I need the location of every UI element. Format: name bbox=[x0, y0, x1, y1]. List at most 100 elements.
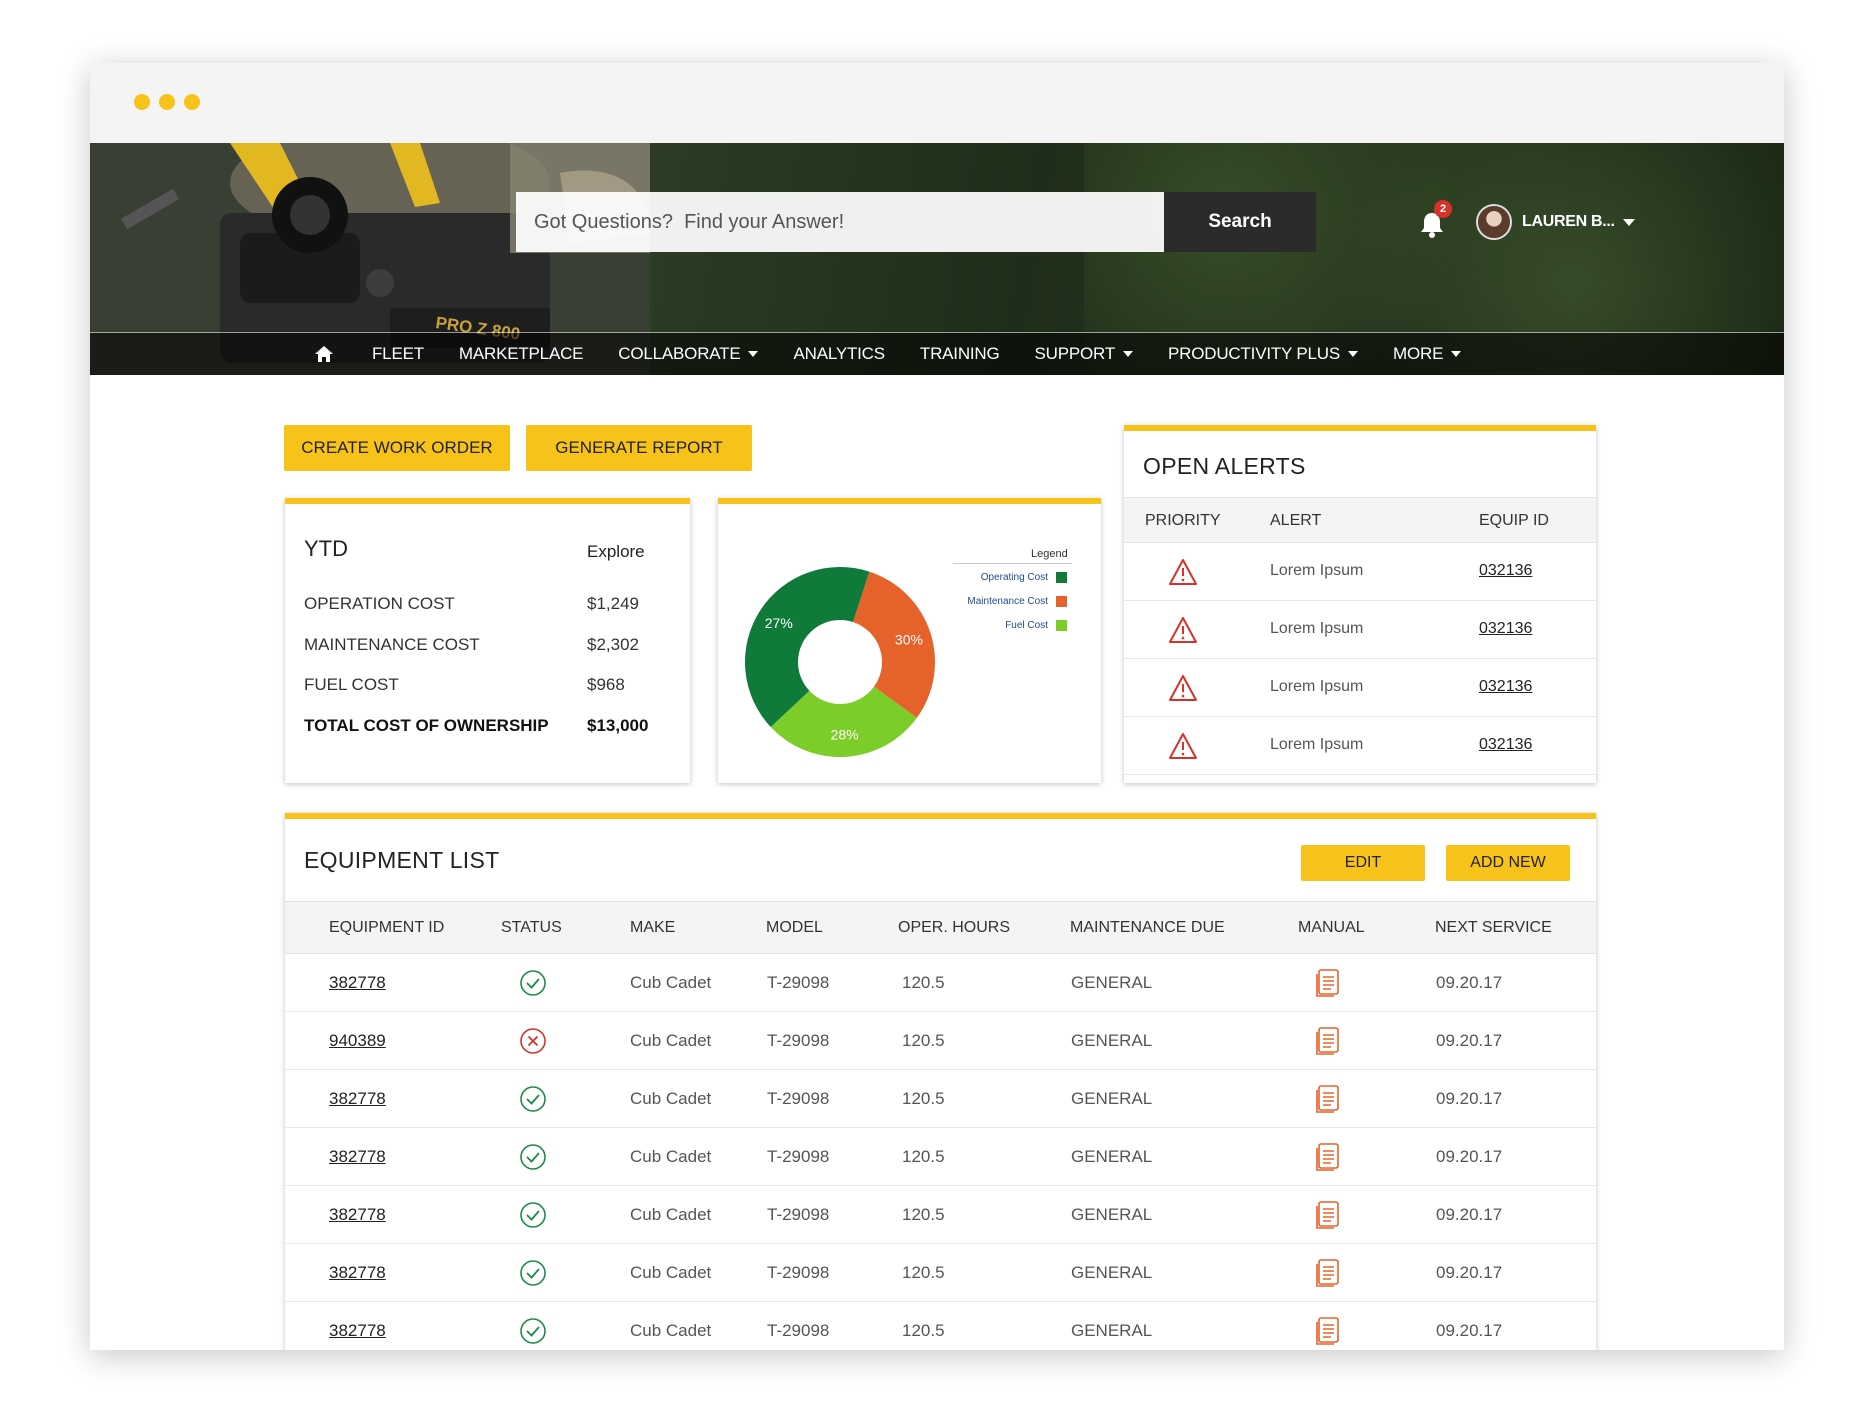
equipment-id-link[interactable]: 382778 bbox=[329, 1321, 386, 1341]
equipment-id-link[interactable]: 382778 bbox=[329, 1089, 386, 1109]
chevron-down-icon[interactable] bbox=[1622, 218, 1635, 226]
manual-document-icon[interactable] bbox=[1314, 1200, 1342, 1230]
manual-document-icon[interactable] bbox=[1314, 1026, 1342, 1056]
add-new-button[interactable]: ADD NEW bbox=[1446, 845, 1570, 881]
ytd-title: YTD bbox=[304, 536, 348, 561]
nav-item-analytics[interactable]: ANALYTICS bbox=[793, 344, 885, 364]
maintenance-due-cell: GENERAL bbox=[1071, 1321, 1153, 1340]
table-row[interactable]: 382778 Cub Cadet T-29098 120.5 GENERAL 09.20.… bbox=[285, 1070, 1596, 1128]
open-alerts-card: OPEN ALERTS PRIORITY ALERT EQUIP ID Lore… bbox=[1124, 425, 1596, 783]
nav-item-label[interactable]: SUPPORT bbox=[1035, 344, 1116, 364]
column-header-model[interactable]: MODEL bbox=[766, 919, 823, 937]
maintenance-due-cell: GENERAL bbox=[1071, 1263, 1153, 1282]
notification-badge: 2 bbox=[1434, 200, 1452, 218]
next-service-cell: 09.20.17 bbox=[1436, 1205, 1503, 1224]
window-dot[interactable] bbox=[184, 94, 200, 110]
chevron-down-icon[interactable] bbox=[748, 351, 759, 357]
user-name[interactable]: LAUREN B... bbox=[1522, 213, 1615, 231]
table-row[interactable]: 382778 Cub Cadet T-29098 120.5 GENERAL 09.20.… bbox=[285, 1302, 1596, 1350]
equipment-id-link[interactable]: 382778 bbox=[329, 973, 386, 993]
column-header-oper-hours[interactable]: OPER. HOURS bbox=[898, 919, 1010, 937]
legend-swatch bbox=[1056, 620, 1067, 631]
legend-item: Maintenance Cost bbox=[967, 596, 1067, 607]
next-service-cell: 09.20.17 bbox=[1436, 1263, 1503, 1282]
table-row[interactable]: 940389 Cub Cadet T-29098 120.5 GENERAL 09.20.… bbox=[285, 1012, 1596, 1070]
manual-document-icon[interactable] bbox=[1314, 1084, 1342, 1114]
user-menu[interactable]: LAUREN B... bbox=[1476, 202, 1635, 242]
alerts-table-header: PRIORITY ALERT EQUIP ID bbox=[1124, 497, 1596, 543]
nav-item-label[interactable]: MARKETPLACE bbox=[459, 344, 584, 364]
alert-row[interactable]: Lorem Ipsum 032136 bbox=[1124, 659, 1596, 717]
nav-item-collaborate[interactable]: COLLABORATE bbox=[618, 344, 759, 364]
explore-link[interactable]: Explore bbox=[587, 542, 645, 562]
nav-item-label[interactable]: COLLABORATE bbox=[618, 344, 740, 364]
equip-id-link[interactable]: 032136 bbox=[1479, 736, 1532, 754]
model-cell: T-29098 bbox=[767, 1089, 830, 1108]
nav-item-more[interactable]: MORE bbox=[1393, 344, 1462, 364]
make-cell: Cub Cadet bbox=[630, 1263, 712, 1282]
nav-item-training[interactable]: TRAINING bbox=[920, 344, 1000, 364]
make-cell: Cub Cadet bbox=[630, 1089, 712, 1108]
oper-hours-cell: 120.5 bbox=[902, 1089, 945, 1108]
table-row[interactable]: 382778 Cub Cadet T-29098 120.5 GENERAL 09.20.… bbox=[285, 1186, 1596, 1244]
chevron-down-icon[interactable] bbox=[1348, 351, 1359, 357]
maintenance-due-cell: GENERAL bbox=[1071, 1205, 1153, 1224]
alert-text: Lorem Ipsum bbox=[1270, 736, 1364, 753]
equipment-id-link[interactable]: 382778 bbox=[329, 1147, 386, 1167]
window-dot[interactable] bbox=[159, 94, 175, 110]
nav-item-label[interactable]: FLEET bbox=[372, 344, 424, 364]
table-row[interactable]: 382778 Cub Cadet T-29098 120.5 GENERAL 09.20.… bbox=[285, 954, 1596, 1012]
column-header-manual[interactable]: MANUAL bbox=[1298, 919, 1365, 937]
equipment-id-link[interactable]: 382778 bbox=[329, 1263, 386, 1283]
hero-header: PRO Z 800 Search 2 LAUREN B... FLEET MAR… bbox=[90, 143, 1784, 375]
chevron-down-icon[interactable] bbox=[1123, 351, 1134, 357]
edit-button[interactable]: EDIT bbox=[1301, 845, 1425, 881]
legend-title: Legend bbox=[1031, 548, 1068, 560]
equipment-id-link[interactable]: 382778 bbox=[329, 1205, 386, 1225]
nav-item-label[interactable]: MORE bbox=[1393, 344, 1443, 364]
legend-label: Operating Cost bbox=[980, 572, 1048, 583]
nav-item-label[interactable]: PRODUCTIVITY PLUS bbox=[1168, 344, 1340, 364]
avatar[interactable] bbox=[1476, 204, 1512, 240]
manual-document-icon[interactable] bbox=[1314, 1316, 1342, 1346]
oper-hours-cell: 120.5 bbox=[902, 1321, 945, 1340]
nav-item-label[interactable]: ANALYTICS bbox=[793, 344, 885, 364]
alert-row[interactable]: Lorem Ipsum 032136 bbox=[1124, 601, 1596, 659]
table-row[interactable]: 382778 Cub Cadet T-29098 120.5 GENERAL 09.20.… bbox=[285, 1128, 1596, 1186]
column-header-status[interactable]: STATUS bbox=[501, 919, 562, 937]
manual-document-icon[interactable] bbox=[1314, 968, 1342, 998]
column-header-next-service[interactable]: NEXT SERVICE bbox=[1435, 919, 1552, 937]
manual-document-icon[interactable] bbox=[1314, 1258, 1342, 1288]
nav-item-label[interactable]: TRAINING bbox=[920, 344, 1000, 364]
next-service-cell: 09.20.17 bbox=[1436, 1321, 1503, 1340]
window-dot[interactable] bbox=[134, 94, 150, 110]
equipment-id-link[interactable]: 940389 bbox=[329, 1031, 386, 1051]
search-button[interactable]: Search bbox=[1164, 192, 1316, 252]
column-header-alert: ALERT bbox=[1270, 512, 1322, 529]
equip-id-link[interactable]: 032136 bbox=[1479, 678, 1532, 696]
equip-id-link[interactable]: 032136 bbox=[1479, 620, 1532, 638]
search-input[interactable] bbox=[516, 192, 1164, 252]
column-header-make[interactable]: MAKE bbox=[630, 919, 675, 937]
nav-item-support[interactable]: SUPPORT bbox=[1035, 344, 1134, 364]
alert-row[interactable]: Lorem Ipsum 032136 bbox=[1124, 717, 1596, 775]
column-header-maintenance-due[interactable]: MAINTENANCE DUE bbox=[1070, 919, 1225, 937]
alert-text: Lorem Ipsum bbox=[1270, 620, 1364, 637]
generate-report-button[interactable]: GENERATE REPORT bbox=[526, 425, 752, 471]
nav-item-marketplace[interactable]: MARKETPLACE bbox=[459, 344, 584, 364]
nav-item-fleet[interactable]: FLEET bbox=[372, 344, 424, 364]
chevron-down-icon[interactable] bbox=[1451, 351, 1462, 357]
equip-id-link[interactable]: 032136 bbox=[1479, 562, 1532, 580]
ytd-row-value: $1,249 bbox=[587, 594, 639, 613]
create-work-order-button[interactable]: CREATE WORK ORDER bbox=[284, 425, 510, 471]
legend-divider bbox=[953, 563, 1072, 564]
oper-hours-cell: 120.5 bbox=[902, 1205, 945, 1224]
home-icon[interactable] bbox=[314, 345, 334, 363]
table-row[interactable]: 382778 Cub Cadet T-29098 120.5 GENERAL 09.20.… bbox=[285, 1244, 1596, 1302]
ytd-row-value: $968 bbox=[587, 675, 625, 694]
nav-item-productivity-plus[interactable]: PRODUCTIVITY PLUS bbox=[1168, 344, 1359, 364]
alert-row[interactable]: Lorem Ipsum 032136 bbox=[1124, 543, 1596, 601]
manual-document-icon[interactable] bbox=[1314, 1142, 1342, 1172]
legend-item: Fuel Cost bbox=[1005, 620, 1067, 631]
column-header-equipment-id[interactable]: EQUIPMENT ID bbox=[329, 919, 444, 937]
